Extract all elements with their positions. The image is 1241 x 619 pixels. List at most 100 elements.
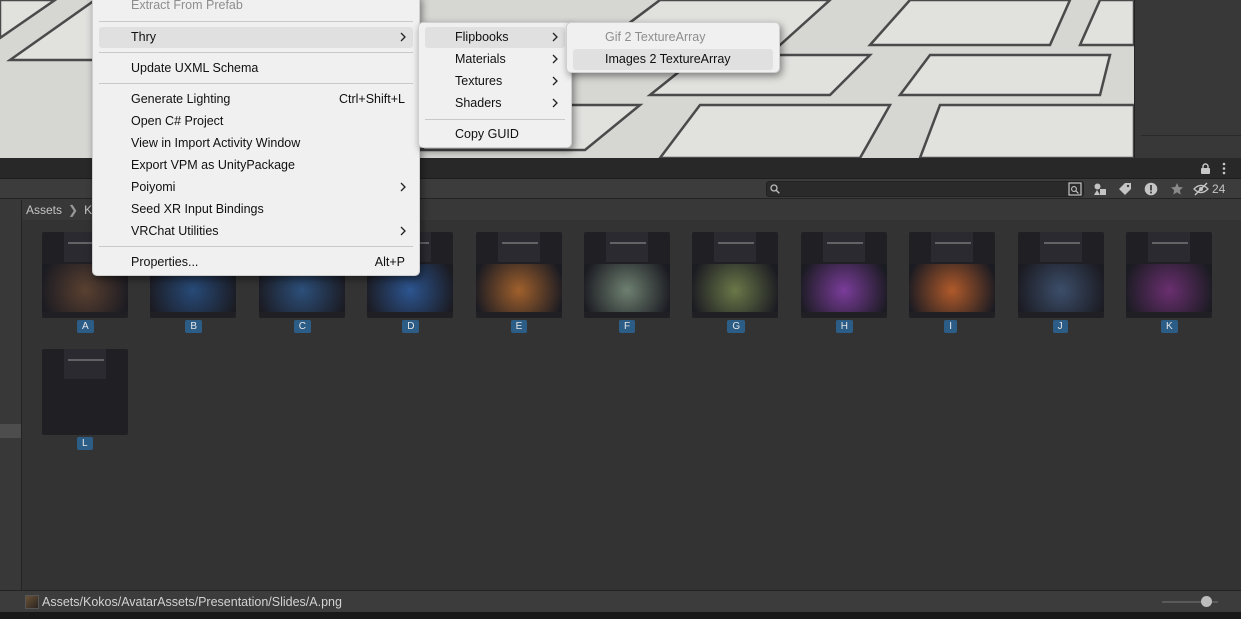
menu-item-thry[interactable]: Thry (99, 27, 413, 48)
asset-label[interactable]: H (835, 320, 854, 333)
slide-image (1017, 264, 1104, 312)
search-icon (770, 184, 780, 194)
warning-icon (1144, 182, 1158, 196)
asset-label[interactable]: G (727, 320, 746, 333)
asset-label[interactable]: B (185, 320, 203, 333)
filter-by-label-button[interactable] (1114, 180, 1136, 198)
favorites-button[interactable] (1166, 180, 1188, 198)
asset-thumbnail[interactable] (584, 232, 670, 318)
breadcrumb-assets[interactable]: Assets (26, 203, 62, 217)
slide-image (692, 264, 779, 312)
menu-item-label: Thry (131, 30, 156, 44)
menu-item-generate-lighting[interactable]: Generate Lighting Ctrl+Shift+L (99, 89, 413, 110)
menu-item-gif-2-texturearray[interactable]: Gif 2 TextureArray (573, 27, 773, 48)
asset-thumbnail[interactable] (475, 232, 562, 318)
asset-label[interactable]: C (293, 320, 312, 333)
slide-text-line (610, 242, 646, 244)
chevron-right-icon (552, 76, 558, 86)
slide-image (800, 264, 887, 312)
menu-separator (99, 246, 413, 247)
menu-item-shortcut: Alt+P (374, 255, 405, 269)
menu-item-label: Flipbooks (455, 30, 509, 44)
chevron-right-icon (400, 32, 406, 42)
menu-separator (99, 83, 413, 84)
slide-text-line (1152, 242, 1188, 244)
menu-item-label: Open C# Project (131, 114, 224, 128)
menu-item-copy-guid[interactable]: Copy GUID (425, 124, 565, 145)
menu-item-properties[interactable]: Properties... Alt+P (99, 252, 413, 273)
asset-label[interactable]: A (77, 320, 94, 333)
hidden-packages-toggle[interactable] (1191, 180, 1211, 198)
menu-item-label: Extract From Prefab (131, 0, 243, 12)
folder-tree-panel[interactable] (0, 200, 22, 594)
slide-text-line (826, 242, 863, 244)
slide-header (64, 349, 106, 379)
zoom-slider-handle[interactable] (1201, 596, 1212, 607)
asset-label[interactable]: E (510, 320, 528, 333)
menu-item-extract-from-prefab[interactable]: Extract From Prefab (99, 0, 413, 16)
menu-item-shortcut: Ctrl+Shift+L (338, 92, 405, 106)
folder-tree-selected-row[interactable] (0, 424, 21, 438)
asset-thumbnail[interactable] (42, 349, 128, 435)
asset-label[interactable]: J (1052, 320, 1068, 333)
slide-text-line (501, 242, 538, 244)
search-window-icon (1068, 182, 1082, 196)
slide-header (1148, 232, 1190, 262)
menu-item-label: Copy GUID (455, 127, 519, 141)
menu-item-label: Generate Lighting (131, 92, 231, 106)
asset-label[interactable]: K (1161, 320, 1178, 333)
eye-hidden-icon (1193, 182, 1209, 196)
slide-header (497, 232, 540, 262)
menu-item-label: Gif 2 TextureArray (605, 30, 706, 44)
search-by-type-button[interactable] (1064, 180, 1086, 198)
lock-icon[interactable] (1200, 163, 1211, 174)
chevron-right-icon (552, 98, 558, 108)
thry-submenu: Flipbooks Materials Textures Shaders Cop… (418, 22, 572, 148)
menu-item-label: Images 2 TextureArray (605, 52, 731, 66)
menu-item-label: Properties... (131, 255, 199, 269)
slide-text-line (718, 242, 755, 244)
menu-item-materials[interactable]: Materials (425, 49, 565, 70)
menu-item-textures[interactable]: Textures (425, 71, 565, 92)
menu-item-images-2-texturearray[interactable]: Images 2 TextureArray (573, 49, 773, 70)
hidden-count-label: 24 (1212, 182, 1226, 196)
log-filter-button[interactable] (1140, 180, 1162, 198)
chevron-right-icon: ❯ (68, 203, 79, 217)
menu-item-open-csharp-project[interactable]: Open C# Project (99, 111, 413, 132)
context-menu: Extract From Prefab Thry Update UXML Sch… (92, 0, 420, 276)
asset-thumbnail[interactable] (1126, 232, 1212, 318)
slide-image (909, 264, 996, 312)
menu-item-export-vpm[interactable]: Export VPM as UnityPackage (99, 155, 413, 176)
asset-label[interactable]: I (944, 320, 957, 333)
search-input[interactable] (783, 182, 1063, 196)
slide-text-line (1043, 242, 1080, 244)
asset-label[interactable]: L (77, 437, 93, 450)
asset-label[interactable]: D (402, 320, 420, 333)
filter-by-type-button[interactable] (1089, 180, 1111, 198)
menu-item-vrchat-utilities[interactable]: VRChat Utilities (99, 221, 413, 242)
slide-header (822, 232, 865, 262)
slide-image (1126, 264, 1212, 312)
shapes-icon (1094, 183, 1106, 195)
asset-thumbnail[interactable] (909, 232, 996, 318)
asset-label[interactable]: F (619, 320, 636, 333)
asset-thumbnail[interactable] (1017, 232, 1104, 318)
menu-item-view-import-activity[interactable]: View in Import Activity Window (99, 133, 413, 154)
more-options-icon[interactable] (1221, 162, 1227, 175)
menu-item-seed-xr-input-bindings[interactable]: Seed XR Input Bindings (99, 199, 413, 220)
menu-separator (99, 52, 413, 53)
asset-thumbnail[interactable] (800, 232, 887, 318)
menu-item-label: Poiyomi (131, 180, 176, 194)
star-icon (1171, 183, 1183, 195)
menu-item-shaders[interactable]: Shaders (425, 93, 565, 114)
menu-item-update-uxml-schema[interactable]: Update UXML Schema (99, 58, 413, 79)
menu-item-label: VRChat Utilities (131, 224, 219, 238)
slide-image (584, 264, 670, 312)
inspector-panel-edge (1134, 0, 1241, 158)
asset-thumbnail[interactable] (692, 232, 779, 318)
search-field[interactable] (766, 181, 1084, 197)
menu-item-flipbooks[interactable]: Flipbooks (425, 27, 565, 48)
menu-item-label: Export VPM as UnityPackage (131, 158, 295, 172)
menu-item-poiyomi[interactable]: Poiyomi (99, 177, 413, 198)
window-bottom-edge (0, 612, 1241, 619)
